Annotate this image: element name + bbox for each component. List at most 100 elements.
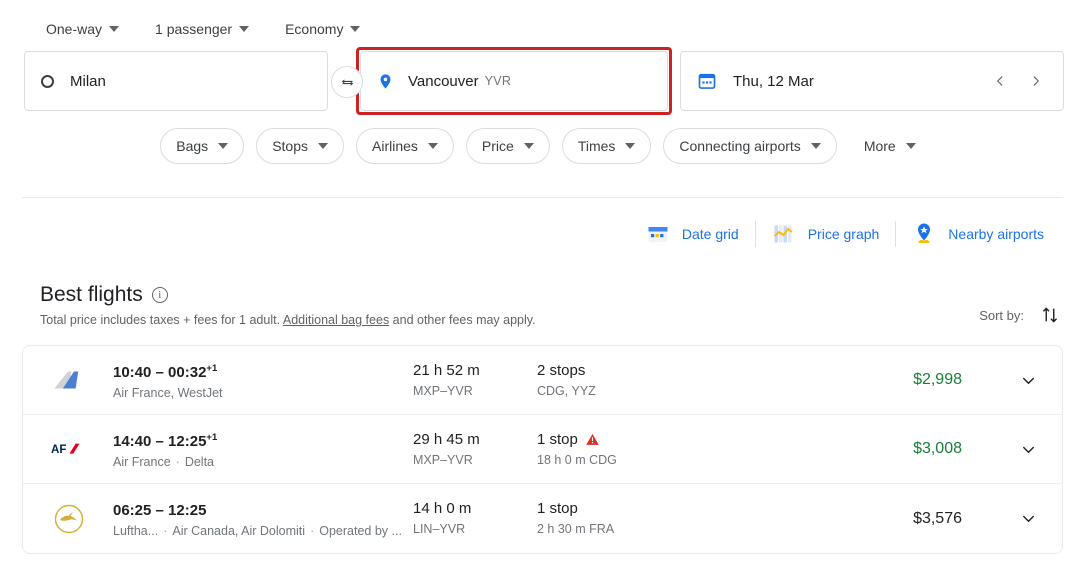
flight-times: 06:25 – 12:25 xyxy=(113,497,413,520)
flight-route: MXP–YVR xyxy=(413,383,473,398)
chevron-down-icon xyxy=(318,143,328,149)
filter-chip-times[interactable]: Times xyxy=(561,128,652,164)
chevron-down-icon xyxy=(427,143,438,149)
airline-primary: Air France xyxy=(113,454,171,469)
chevron-down-icon xyxy=(1022,377,1034,384)
table-row[interactable]: 10:40 – 00:32+1 Air France, WestJet 21 h… xyxy=(23,346,1062,415)
date-grid-icon xyxy=(648,227,668,242)
search-fields-row: Milan Vancouver YVR Thu, 12 Mar xyxy=(24,47,1064,115)
disclaimer-text-post: and other fees may apply. xyxy=(389,313,536,327)
expand-flight-button[interactable] xyxy=(1008,371,1048,390)
filter-chip-bags[interactable]: Bags xyxy=(160,128,245,164)
airfrance-logo: AF xyxy=(51,443,80,456)
destination-value: Vancouver xyxy=(408,72,479,90)
stops-detail: 18 h 0 m CDG xyxy=(537,452,617,467)
tool-label: Date grid xyxy=(681,226,739,242)
next-date-button[interactable] xyxy=(1025,70,1047,92)
info-icon[interactable]: i xyxy=(151,287,168,303)
date-grid-button[interactable]: Date grid xyxy=(630,214,755,254)
additional-bag-fees-link[interactable]: Additional bag fees xyxy=(283,313,389,327)
filter-chip-price[interactable]: Price xyxy=(465,128,550,164)
price-disclaimer: Total price includes taxes + fees for 1 … xyxy=(40,313,536,327)
chevron-down-icon xyxy=(625,143,636,149)
date-nav-group xyxy=(989,70,1053,92)
filter-chip-label: Bags xyxy=(176,138,209,154)
swap-arrows-icon xyxy=(341,78,353,86)
flight-times: 14:40 – 12:25+1 xyxy=(113,428,413,451)
section-divider xyxy=(22,197,1063,198)
passengers-selector[interactable]: 1 passenger xyxy=(145,16,259,42)
chevron-down-icon xyxy=(350,26,361,32)
price-cell: $3,008 xyxy=(717,440,1008,458)
origin-field[interactable]: Milan xyxy=(24,51,328,111)
trip-type-selector[interactable]: One-way xyxy=(36,16,129,42)
flight-results-list: 10:40 – 00:32+1 Air France, WestJet 21 h… xyxy=(22,345,1063,554)
nearby-airports-button[interactable]: Nearby airports xyxy=(896,214,1060,254)
stops-count: 1 stop xyxy=(537,430,578,448)
expand-flight-button[interactable] xyxy=(1008,440,1048,459)
expand-flight-button[interactable] xyxy=(1008,509,1048,528)
departure-date-field[interactable]: Thu, 12 Mar xyxy=(680,51,1064,111)
airline-logo-cell xyxy=(41,501,113,537)
chevron-right-icon xyxy=(1033,76,1039,86)
chevron-down-icon xyxy=(1022,515,1034,522)
airline-logo-cell: AF xyxy=(41,438,113,460)
airline-primary: Luftha... xyxy=(113,524,159,538)
duration-cell: 29 h 45 m MXP–YVR xyxy=(413,430,537,469)
separator-dot: · xyxy=(175,454,180,469)
table-row[interactable]: AF 14:40 – 12:25+1 Air France · Delta 29 h… xyxy=(23,415,1062,484)
stops-count: 2 stops xyxy=(537,361,586,379)
chevron-down-icon xyxy=(810,143,821,149)
origin-value: Milan xyxy=(70,72,106,90)
stops-detail: 2 h 30 m FRA xyxy=(537,522,615,536)
destination-airport-code: YVR xyxy=(484,74,512,88)
duration-cell: 14 h 0 m LIN–YVR xyxy=(413,499,537,538)
filter-chips-bar: Bags Stops Airlines Price Times Connecti… xyxy=(0,128,1080,164)
airline-secondary: Air Canada, Air Dolomiti xyxy=(172,524,306,538)
filter-chip-label: Times xyxy=(577,138,616,154)
day-offset: +1 xyxy=(206,362,218,374)
filter-chip-more[interactable]: More xyxy=(848,128,920,164)
page-title: Best flights i xyxy=(40,283,168,307)
sort-by-label: Sort by: xyxy=(979,307,1024,323)
disclaimer-text-pre: Total price includes taxes + fees for 1 … xyxy=(40,313,283,327)
google-flights-results-page: One-way 1 passenger Economy Milan Vancou… xyxy=(0,0,1080,577)
filter-chip-label: Stops xyxy=(272,138,308,154)
destination-field[interactable]: Vancouver YVR xyxy=(360,51,668,111)
explore-tools-bar: Date grid Price graph Nearby airports xyxy=(630,214,1060,254)
duration-cell: 21 h 52 m MXP–YVR xyxy=(413,361,537,400)
chevron-down-icon xyxy=(218,143,229,149)
best-flights-heading: Best flights xyxy=(40,283,143,306)
filter-chip-airlines[interactable]: Airlines xyxy=(356,128,454,164)
times-text: 14:40 – 12:25 xyxy=(113,432,207,450)
stops-line: 1 stop xyxy=(537,430,717,449)
filter-chip-stops[interactable]: Stops xyxy=(256,128,344,164)
nearby-airports-icon xyxy=(918,223,931,243)
cabin-class-selector[interactable]: Economy xyxy=(275,16,370,42)
chevron-down-icon xyxy=(905,143,916,149)
stops-detail: CDG, YYZ xyxy=(537,383,596,398)
swap-button[interactable] xyxy=(331,66,363,98)
calendar-icon xyxy=(698,73,716,89)
svg-text:AF: AF xyxy=(51,444,66,456)
filter-chip-connecting-airports[interactable]: Connecting airports xyxy=(663,128,837,164)
flight-route: MXP–YVR xyxy=(413,452,473,467)
airline-names: Air France, WestJet xyxy=(113,385,223,400)
times-text: 06:25 – 12:25 xyxy=(113,502,207,519)
airline-names: Air France · Delta xyxy=(113,454,413,471)
price-graph-button[interactable]: Price graph xyxy=(756,214,896,254)
sort-arrows-icon[interactable] xyxy=(1040,305,1060,325)
chevron-left-icon xyxy=(997,76,1003,86)
previous-date-button[interactable] xyxy=(989,70,1011,92)
table-row[interactable]: 06:25 – 12:25 Luftha... · Air Canada, Air … xyxy=(23,484,1062,553)
flight-times-cell: 14:40 – 12:25+1 Air France · Delta xyxy=(113,428,413,471)
departure-date-value: Thu, 12 Mar xyxy=(733,72,814,90)
separator-dot: · xyxy=(310,524,315,538)
sort-by-control[interactable]: Sort by: xyxy=(979,305,1060,325)
times-text: 10:40 – 00:32 xyxy=(113,363,207,381)
flight-times: 10:40 – 00:32+1 xyxy=(113,359,413,382)
stops-line: 1 stop xyxy=(537,499,717,518)
flight-duration: 29 h 45 m xyxy=(413,430,480,448)
price-graph-icon xyxy=(773,225,793,243)
chevron-down-icon xyxy=(1022,446,1034,453)
